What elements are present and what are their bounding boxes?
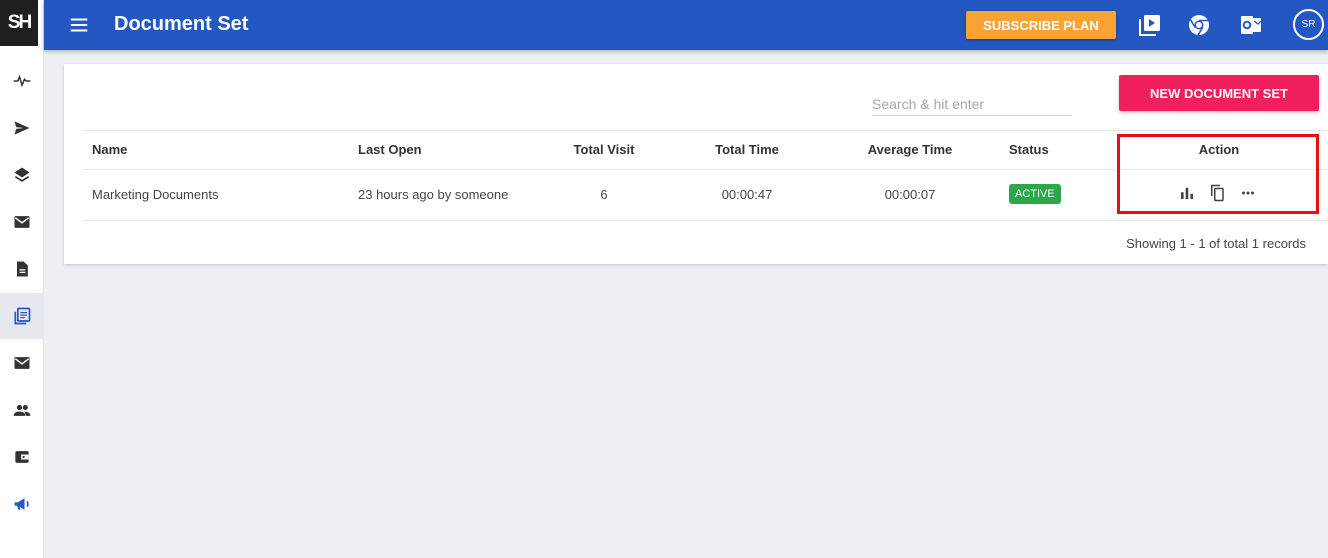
sidebar-item-wallet[interactable] bbox=[0, 434, 44, 480]
table-divider bbox=[83, 220, 1328, 221]
inbox-icon bbox=[14, 216, 30, 228]
sidebar-item-activity[interactable] bbox=[0, 58, 44, 104]
user-avatar[interactable]: SR bbox=[1293, 9, 1324, 40]
sidebar-item-inbox[interactable] bbox=[0, 199, 44, 245]
cell-name[interactable]: Marketing Documents bbox=[92, 187, 218, 202]
megaphone-icon bbox=[14, 498, 29, 510]
status-badge: ACTIVE bbox=[1009, 184, 1061, 204]
cell-last-open: 23 hours ago by someone bbox=[358, 187, 509, 202]
sidebar-item-document-set[interactable] bbox=[0, 293, 44, 339]
column-header-name: Name bbox=[92, 142, 128, 157]
outlook-icon[interactable] bbox=[1239, 13, 1263, 37]
column-header-status: Status bbox=[1009, 142, 1049, 157]
mail-icon bbox=[14, 357, 30, 369]
column-header-last-open: Last Open bbox=[358, 142, 422, 157]
hamburger-menu-icon[interactable] bbox=[68, 14, 90, 36]
document-set-card: NEW DOCUMENT SET Name Last Open Total Vi… bbox=[64, 64, 1328, 264]
activity-icon bbox=[13, 74, 31, 88]
subscribe-plan-button[interactable]: SUBSCRIBE PLAN bbox=[966, 11, 1116, 39]
send-icon bbox=[14, 121, 30, 135]
action-column-highlight bbox=[1117, 134, 1319, 214]
sidebar-item-people[interactable] bbox=[0, 387, 44, 433]
cell-total-visit: 6 bbox=[600, 187, 608, 202]
sidebar-item-send[interactable] bbox=[0, 105, 44, 151]
document-set-icon bbox=[14, 307, 31, 325]
chrome-icon[interactable] bbox=[1187, 13, 1211, 37]
sidebar-item-layers[interactable] bbox=[0, 152, 44, 198]
records-summary: Showing 1 - 1 of total 1 records bbox=[1126, 236, 1306, 251]
app-logo[interactable]: SH bbox=[0, 0, 38, 46]
sidebar: SH bbox=[0, 0, 44, 558]
top-header: Document Set SUBSCRIBE PLAN SR bbox=[44, 0, 1328, 50]
cell-total-time: 00:00:47 bbox=[721, 187, 773, 202]
sidebar-item-documents[interactable] bbox=[0, 246, 44, 292]
sidebar-item-campaigns[interactable] bbox=[0, 481, 44, 527]
layers-icon bbox=[14, 167, 30, 182]
wallet-icon bbox=[15, 451, 29, 463]
cell-average-time: 00:00:07 bbox=[884, 187, 936, 202]
sidebar-item-mail[interactable] bbox=[0, 340, 44, 386]
video-library-icon[interactable] bbox=[1138, 13, 1162, 37]
document-icon bbox=[17, 261, 28, 277]
people-icon bbox=[13, 404, 31, 416]
column-header-total-time: Total Time bbox=[715, 142, 779, 157]
column-header-total-visit: Total Visit bbox=[573, 142, 635, 157]
search-input[interactable] bbox=[872, 92, 1072, 116]
new-document-set-button[interactable]: NEW DOCUMENT SET bbox=[1119, 75, 1319, 111]
page-title: Document Set bbox=[114, 13, 249, 35]
column-header-average-time: Average Time bbox=[867, 142, 953, 157]
table-divider bbox=[83, 130, 1328, 131]
